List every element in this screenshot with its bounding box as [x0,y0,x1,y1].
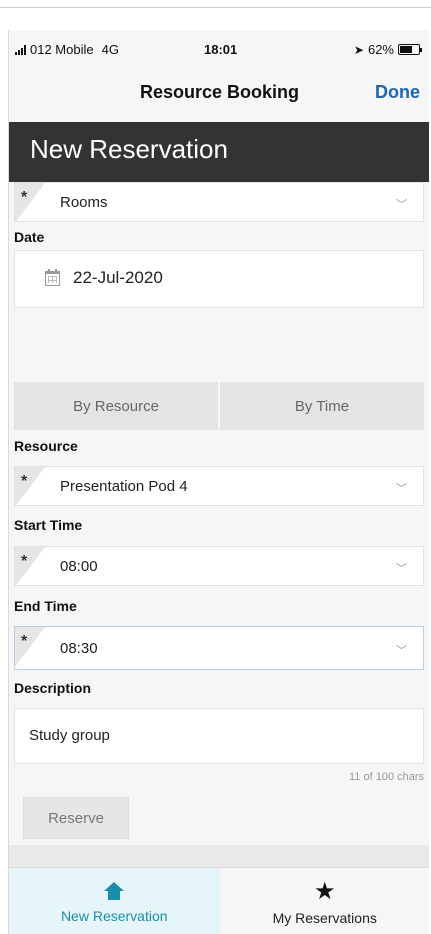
mode-toggle: By Resource By Time [14,382,424,430]
resource-value: Presentation Pod 4 [60,478,188,495]
chevron-down-icon: ﹀ [396,645,407,657]
location-arrow-icon: ➤ [353,42,364,57]
done-button[interactable]: Done [375,82,420,103]
tab-label: New Reservation [60,908,168,924]
top-rule [0,0,431,8]
required-marker: * [15,183,51,223]
start-time-label: Start Time [14,517,83,533]
date-value: 22-Jul-2020 [73,268,163,287]
tab-by-resource[interactable]: By Resource [14,382,218,430]
battery-percent: 62% [367,42,394,57]
carrier-name: 012 Mobile [30,42,94,57]
end-time-select[interactable]: * 08:30 ﹀ [14,626,424,670]
battery-icon [398,44,422,55]
required-marker: * [15,627,51,667]
network-type: 4G [101,42,119,57]
nav-title: Resource Booking [139,82,300,102]
battery-status: ➤ 62% [353,42,422,57]
home-icon [104,882,125,900]
required-marker: * [15,467,51,507]
tab-bar: New Reservation ★ My Reservations [9,867,429,934]
page-title: New Reservation [30,134,228,164]
resource-select[interactable]: * Presentation Pod 4 ﹀ [14,466,424,507]
start-time-value: 08:00 [60,558,98,575]
app-frame: 012 Mobile 4G 18:01 ➤ 62% Resource Booki… [8,30,429,934]
chevron-down-icon: ﹀ [396,563,407,575]
chevron-down-icon: ﹀ [396,199,407,211]
tab-new-reservation[interactable]: New Reservation [9,868,220,934]
end-time-label: End Time [14,598,77,614]
calendar-icon [45,269,60,286]
date-label: Date [14,229,45,245]
required-marker: * [15,547,51,587]
page-header: New Reservation [9,122,429,182]
tab-label: My Reservations [272,910,377,926]
description-value: Study group [29,727,110,744]
tab-by-time[interactable]: By Time [218,382,424,430]
status-time: 18:01 [204,42,238,57]
category-value: Rooms [60,194,108,211]
carrier-info: 012 Mobile 4G [15,42,119,57]
divider-band [9,845,429,867]
description-label: Description [14,680,92,696]
star-icon: ★ [313,878,336,905]
reserve-button[interactable]: Reserve [23,797,129,839]
start-time-select[interactable]: * 08:00 ﹀ [14,546,424,587]
nav-bar: Resource Booking Done [9,64,429,122]
status-bar: 012 Mobile 4G 18:01 ➤ 62% [9,38,429,64]
reservation-form: * Rooms ﹀ Date 22-Jul-2020 By Resource B… [9,182,429,839]
signal-icon [15,44,26,55]
description-input[interactable]: Study group [14,708,424,764]
category-select[interactable]: * Rooms ﹀ [14,182,424,223]
chevron-down-icon: ﹀ [396,483,407,495]
resource-label: Resource [14,438,78,454]
char-counter: 11 of 100 chars [348,771,424,783]
end-time-value: 08:30 [60,640,98,657]
date-field[interactable]: 22-Jul-2020 [14,250,424,308]
tab-my-reservations[interactable]: ★ My Reservations [220,868,430,934]
